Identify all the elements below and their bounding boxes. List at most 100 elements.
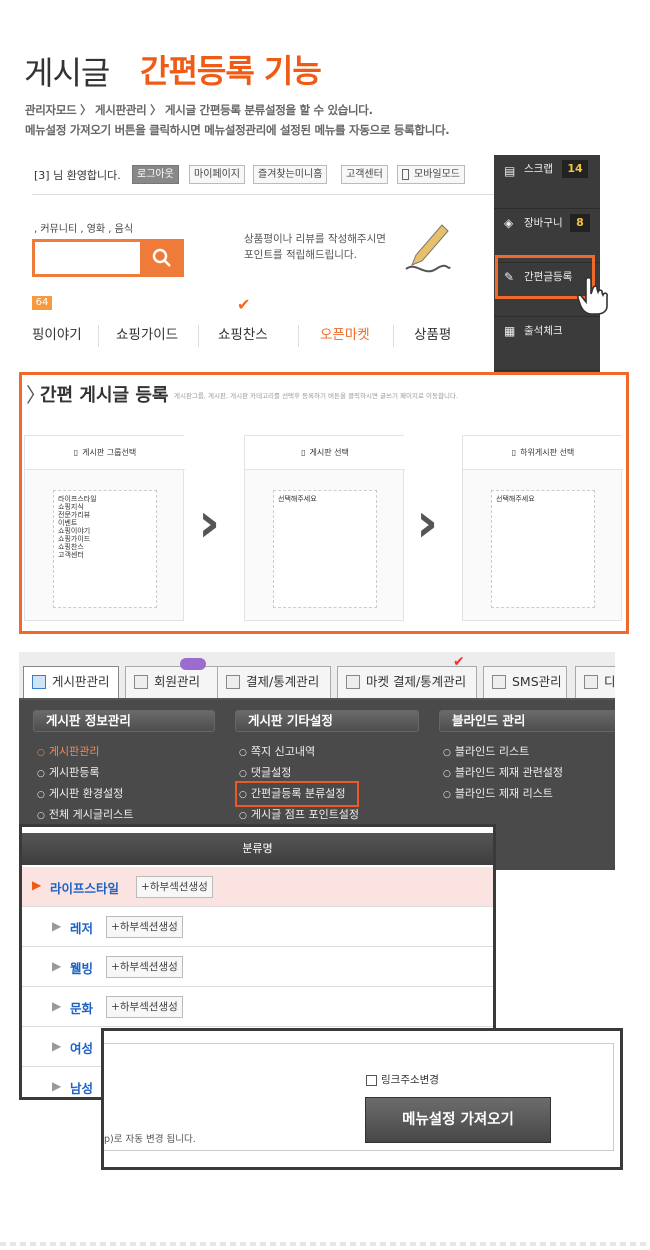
logout-button[interactable]: 로그아웃 — [132, 165, 179, 184]
document-icon: ▯ — [73, 448, 79, 457]
menu-item[interactable]: ○ 게시판 환경설정 — [37, 784, 133, 805]
tab-more[interactable]: 디 — [575, 666, 615, 698]
menu-item-label: 블라인드 리스트 — [454, 745, 530, 758]
nav-divider — [298, 325, 299, 347]
nav-item-review[interactable]: 상품평 — [414, 313, 451, 357]
description-line-2: 메뉴설정 가져오기 버튼을 클릭하시면 메뉴설정관리에 설정된 메뉴를 자동으로… — [25, 123, 450, 137]
search-button[interactable] — [140, 239, 184, 277]
menu-item[interactable]: ○ 전체 게시글리스트 — [37, 805, 133, 826]
subboard-select-header-label: 하위게시판 선택 — [520, 448, 575, 457]
triangle-icon: ▶ — [32, 878, 42, 892]
button-label: 하부섹션생성 — [149, 881, 208, 893]
table-header: 분류명 — [22, 833, 493, 865]
tab-label: 마켓 결제/통계관리 — [366, 674, 467, 689]
board-select-header-label: 게시판 선택 — [309, 448, 349, 457]
category-name: 레저 — [70, 921, 94, 936]
menu-item[interactable]: ○ 게시판등록 — [37, 763, 133, 784]
favorite-minihome-button[interactable]: 즐겨찾는미니홈 — [253, 165, 328, 184]
mobile-mode-button[interactable]: 모바일모드 — [397, 165, 465, 184]
tab-label: 결제/통계관리 — [246, 674, 320, 689]
mobile-mode-label: 모바일모드 — [414, 169, 460, 180]
menu-item[interactable]: ○ 게시글 점프 포인트설정 — [239, 805, 359, 826]
tab-member-management[interactable]: 회원관리 — [125, 666, 229, 698]
quick-post-title: 간편 게시글 등록 — [40, 385, 169, 406]
promo-text: 상품평이나 리뷰를 작성해주시면 포인트를 적립해드립니다. — [244, 231, 386, 263]
list-item[interactable]: 쇼핑이야기 — [58, 527, 152, 535]
list-item[interactable]: 쇼핑찬스 — [58, 543, 152, 551]
list-item[interactable]: 고객센터 — [58, 551, 152, 559]
list-item[interactable]: 전문가리뷰 — [58, 511, 152, 519]
triangle-icon: ▶ — [52, 959, 62, 973]
create-subsection-button[interactable]: +하부섹션생성 — [136, 876, 213, 898]
menu-item[interactable]: ○ 블라인드 제재 리스트 — [443, 784, 563, 805]
create-subsection-button[interactable]: +하부섹션생성 — [106, 996, 183, 1018]
import-menu-button[interactable]: 메뉴설정 가져오기 — [365, 1097, 551, 1143]
table-row: ▶ 레저 +하부섹션생성 — [22, 907, 493, 947]
list-item[interactable]: 선택해주세요 — [496, 495, 590, 503]
link-change-checkbox[interactable] — [366, 1075, 377, 1086]
customer-center-button[interactable]: 고객센터 — [341, 165, 388, 184]
tab-label: SMS관리 — [512, 674, 562, 689]
mypage-button[interactable]: 마이페이지 — [189, 165, 245, 184]
promo-line-1: 상품평이나 리뷰를 작성해주시면 — [244, 233, 386, 245]
tab-payment-stats[interactable]: 결제/통계관리 — [217, 666, 331, 698]
menu-item-label: 블라인드 제재 관련설정 — [454, 766, 564, 779]
list-item[interactable]: 이벤트 — [58, 519, 152, 527]
tab-board-management[interactable]: 게시판관리 — [23, 666, 119, 698]
admin-tab-row: 게시판관리 회원관리 결제/통계관리 마켓 결제/통계관리 SMS관리 디 ✔ — [19, 652, 615, 700]
subboard-select-column: ▯ 하위게시판 선택 선택해주세요 — [462, 435, 623, 621]
list-item[interactable]: 선택해주세요 — [278, 495, 372, 503]
board-select-column: ▯ 게시판 선택 선택해주세요 — [244, 435, 405, 621]
list-item[interactable]: 쇼핑지식 — [58, 503, 152, 511]
blind-menu: ○ 블라인드 리스트 ○ 블라인드 제재 관련설정 ○ 블라인드 제재 리스트 — [443, 742, 563, 805]
group-select-list[interactable]: 라이프스타일 쇼핑지식 전문가리뷰 이벤트 쇼핑이야기 쇼핑가이드 쇼핑찬스 고… — [53, 490, 157, 608]
menu-item-label: 게시판관리 — [48, 745, 100, 758]
menu-item[interactable]: ○ 블라인드 리스트 — [443, 742, 563, 763]
nav-item-guide[interactable]: 쇼핑가이드 — [116, 313, 178, 357]
calendar-icon: ▦ — [504, 324, 516, 338]
quick-post-panel: 〉 간편 게시글 등록 게시판그룹, 게시판, 게시판 카테고리를 선택후 등록… — [19, 372, 629, 634]
table-row: ▶ 문화 +하부섹션생성 — [22, 987, 493, 1027]
button-label: 하부섹션생성 — [119, 921, 178, 933]
mobile-icon — [402, 169, 409, 180]
quick-attendance[interactable]: ▦ 출석체크 — [494, 317, 600, 371]
tab-market-payment[interactable]: 마켓 결제/통계관리 — [337, 666, 477, 698]
create-subsection-button[interactable]: +하부섹션생성 — [106, 916, 183, 938]
table-row: ▶ 웰빙 +하부섹션생성 — [22, 947, 493, 987]
menu-item[interactable]: ○ 게시판관리 — [37, 742, 133, 763]
check-icon: ✔ — [453, 654, 465, 670]
nav-item-chance[interactable]: 쇼핑찬스 — [218, 313, 268, 357]
menu-import-panel: 링크주소변경 메뉴설정 가져오기 p)로 자동 변경 됩니다. — [101, 1028, 623, 1170]
create-subsection-button[interactable]: +하부섹션생성 — [106, 956, 183, 978]
board-select-list[interactable]: 선택해주세요 — [273, 490, 377, 608]
list-item[interactable]: 쇼핑가이드 — [58, 535, 152, 543]
quick-scrap[interactable]: ▤ 스크랩 14 — [494, 155, 600, 209]
subboard-select-list[interactable]: 선택해주세요 — [491, 490, 595, 608]
tab-icon — [492, 675, 506, 689]
menu-item[interactable]: ○ 블라인드 제재 관련설정 — [443, 763, 563, 784]
menu-item-label: 게시판 환경설정 — [48, 787, 124, 800]
nav-badge: 64 — [32, 296, 52, 310]
scrap-icon: ▤ — [504, 164, 516, 178]
tab-sms[interactable]: SMS관리 — [483, 666, 567, 698]
menu-item-label: 블라인드 제재 리스트 — [454, 787, 553, 800]
document-icon: ▯ — [511, 448, 517, 457]
tab-label: 게시판관리 — [52, 674, 110, 689]
tab-label: 디 — [604, 674, 615, 689]
nav-item-openmarket[interactable]: 오픈마켓 — [320, 313, 370, 357]
hand-cursor-icon — [577, 276, 608, 315]
document-icon: ▯ — [301, 448, 306, 457]
scrap-count: 14 — [562, 160, 588, 178]
quick-attendance-label: 출석체크 — [524, 325, 563, 337]
menu-item[interactable]: ○ 쪽지 신고내역 — [239, 742, 359, 763]
search-icon — [152, 248, 171, 267]
group-select-column: ▯ 게시판 그룹선택 라이프스타일 쇼핑지식 전문가리뷰 이벤트 쇼핑이야기 쇼핑… — [24, 435, 185, 621]
chevron-right-icon: › — [198, 491, 221, 554]
list-item[interactable]: 라이프스타일 — [58, 495, 152, 503]
triangle-icon: ▶ — [52, 999, 62, 1013]
tab-icon — [134, 675, 148, 689]
nav-item-story[interactable]: 핑이야기 — [32, 313, 82, 357]
category-links: , 커뮤니티 , 영화 , 음식 — [34, 224, 134, 235]
footer-divider — [0, 1242, 650, 1246]
cart-count: 8 — [570, 214, 590, 232]
